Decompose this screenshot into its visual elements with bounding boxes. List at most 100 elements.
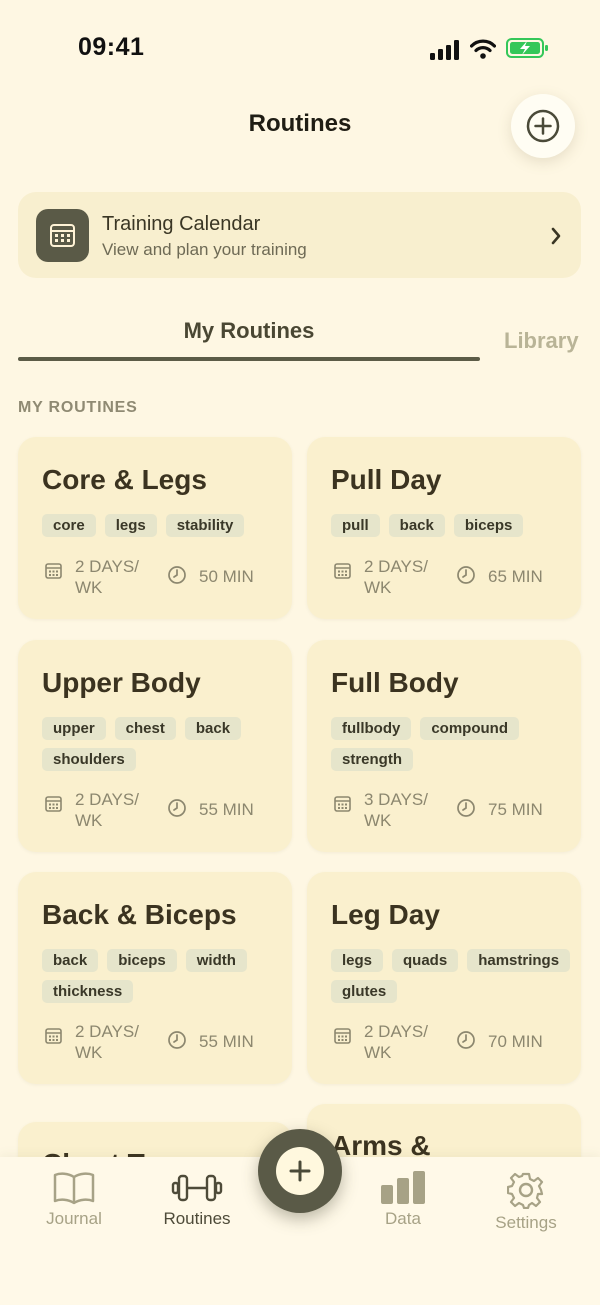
- calendar-small-icon: [334, 1028, 351, 1044]
- tab-journal[interactable]: Journal: [34, 1171, 114, 1229]
- routine-meta: 2 DAYS/ WK 55 MIN: [42, 789, 292, 833]
- routine-meta: 3 DAYS/ WK 75 MIN: [331, 789, 581, 833]
- training-calendar-card[interactable]: Training Calendar View and plan your tra…: [18, 192, 581, 278]
- plus-icon: [289, 1160, 311, 1182]
- routine-duration: 75 MIN: [488, 800, 543, 819]
- routine-tags: back biceps width thickness: [42, 949, 282, 1003]
- tag: chest: [114, 717, 176, 740]
- tag: compound: [420, 717, 519, 740]
- routine-frequency: 2 DAYS/ WK: [75, 1022, 139, 1062]
- tag: upper: [42, 717, 106, 740]
- calendar-small-icon: [45, 1028, 62, 1044]
- tag: legs: [104, 514, 157, 537]
- calendar-subtitle: View and plan your training: [102, 240, 307, 259]
- status-icons: [430, 36, 550, 64]
- routine-frequency: 2 DAYS/ WK: [75, 557, 139, 597]
- routine-tags: fullbody compound strength: [331, 717, 571, 771]
- routine-title: Leg Day: [331, 899, 440, 930]
- tag: shoulders: [42, 748, 136, 771]
- tag: width: [185, 949, 247, 972]
- routine-title: Back & Biceps: [42, 899, 237, 930]
- routine-meta: 2 DAYS/ WK 70 MIN: [331, 1021, 581, 1065]
- wifi-icon: [470, 39, 496, 59]
- routine-duration: 50 MIN: [199, 567, 254, 586]
- tab-my-routines[interactable]: My Routines: [18, 318, 480, 344]
- routine-frequency: 2 DAYS/ WK: [364, 1022, 428, 1062]
- chevron-right-icon: [551, 227, 561, 245]
- routine-card-back-biceps[interactable]: Back & Biceps back biceps width thicknes…: [18, 872, 292, 1084]
- clock-icon: [457, 566, 475, 584]
- routine-card-pull-day[interactable]: Pull Day pull back biceps 2 DAYS/ WK 65 …: [307, 437, 581, 619]
- plus-circle-icon: [526, 109, 560, 143]
- active-tab-indicator: [18, 357, 480, 361]
- clock-icon: [457, 799, 475, 817]
- tab-routines[interactable]: Routines: [152, 1171, 242, 1229]
- calendar-small-icon: [334, 796, 351, 812]
- clock-icon: [457, 1031, 475, 1049]
- routine-tags: upper chest back shoulders: [42, 717, 282, 771]
- tab-library[interactable]: Library: [504, 328, 579, 354]
- tag: hamstrings: [467, 949, 571, 972]
- tag: thickness: [42, 980, 134, 1003]
- routine-meta: 2 DAYS/ WK 65 MIN: [331, 556, 581, 600]
- routine-tags: pull back biceps: [331, 514, 571, 537]
- routine-title: Pull Day: [331, 464, 442, 495]
- routine-title: Upper Body: [42, 667, 201, 698]
- routine-frequency: 2 DAYS/ WK: [75, 790, 139, 830]
- routine-card-full-body[interactable]: Full Body fullbody compound strength 3 D…: [307, 640, 581, 852]
- routine-frequency: 2 DAYS/ WK: [364, 557, 428, 597]
- gear-icon: [507, 1172, 544, 1209]
- routine-meta: 2 DAYS/ WK 50 MIN: [42, 556, 292, 600]
- routine-duration: 70 MIN: [488, 1032, 543, 1051]
- routine-meta: 2 DAYS/ WK 55 MIN: [42, 1021, 292, 1065]
- tab-routines-label: Routines: [163, 1209, 231, 1228]
- battery-icon: [506, 38, 548, 58]
- page-title: Routines: [248, 110, 352, 137]
- routine-title: Full Body: [331, 667, 459, 698]
- routine-tags: core legs stability: [42, 514, 282, 537]
- calendar-title: Training Calendar: [102, 213, 261, 235]
- book-icon: [53, 1172, 95, 1205]
- section-label: MY ROUTINES: [18, 399, 138, 416]
- routine-card-leg-day[interactable]: Leg Day legs quads hamstrings glutes 2 D…: [307, 872, 581, 1084]
- routine-duration: 65 MIN: [488, 567, 543, 586]
- status-bar: 09:41: [0, 0, 600, 96]
- calendar-small-icon: [334, 563, 351, 579]
- tag: biceps: [107, 949, 177, 972]
- status-time: 09:41: [78, 33, 145, 61]
- add-routine-button[interactable]: [511, 94, 575, 158]
- tab-settings-label: Settings: [495, 1213, 557, 1232]
- clock-icon: [168, 1031, 186, 1049]
- tag: biceps: [453, 514, 524, 537]
- fab-inner: [276, 1147, 324, 1195]
- calendar-small-icon: [45, 796, 62, 812]
- tag: back: [184, 717, 242, 740]
- routine-title: Core & Legs: [42, 464, 207, 495]
- tag: glutes: [331, 980, 398, 1003]
- tab-data[interactable]: Data: [363, 1171, 443, 1229]
- tag: fullbody: [331, 717, 412, 740]
- tag: back: [388, 514, 445, 537]
- tag: strength: [331, 748, 413, 771]
- tag: pull: [331, 514, 380, 537]
- tab-journal-label: Journal: [46, 1209, 102, 1228]
- bar-chart-icon: [381, 1171, 425, 1204]
- calendar-icon-tile: [36, 209, 89, 262]
- routine-duration: 55 MIN: [199, 1032, 254, 1051]
- tag: stability: [165, 514, 245, 537]
- tag: back: [42, 949, 99, 972]
- clock-icon: [168, 566, 186, 584]
- calendar-small-icon: [45, 563, 62, 579]
- tag: core: [42, 514, 96, 537]
- routine-tags: legs quads hamstrings glutes: [331, 949, 571, 1003]
- tag: quads: [392, 949, 459, 972]
- clock-icon: [168, 799, 186, 817]
- tag: legs: [331, 949, 384, 972]
- tab-settings[interactable]: Settings: [486, 1171, 566, 1233]
- signal-icon: [430, 40, 459, 60]
- routine-card-upper-body[interactable]: Upper Body upper chest back shoulders 2 …: [18, 640, 292, 852]
- routine-frequency: 3 DAYS/ WK: [364, 790, 428, 830]
- quick-add-fab[interactable]: [258, 1129, 342, 1213]
- tab-data-label: Data: [385, 1209, 421, 1228]
- routine-card-core-legs[interactable]: Core & Legs core legs stability 2 DAYS/ …: [18, 437, 292, 619]
